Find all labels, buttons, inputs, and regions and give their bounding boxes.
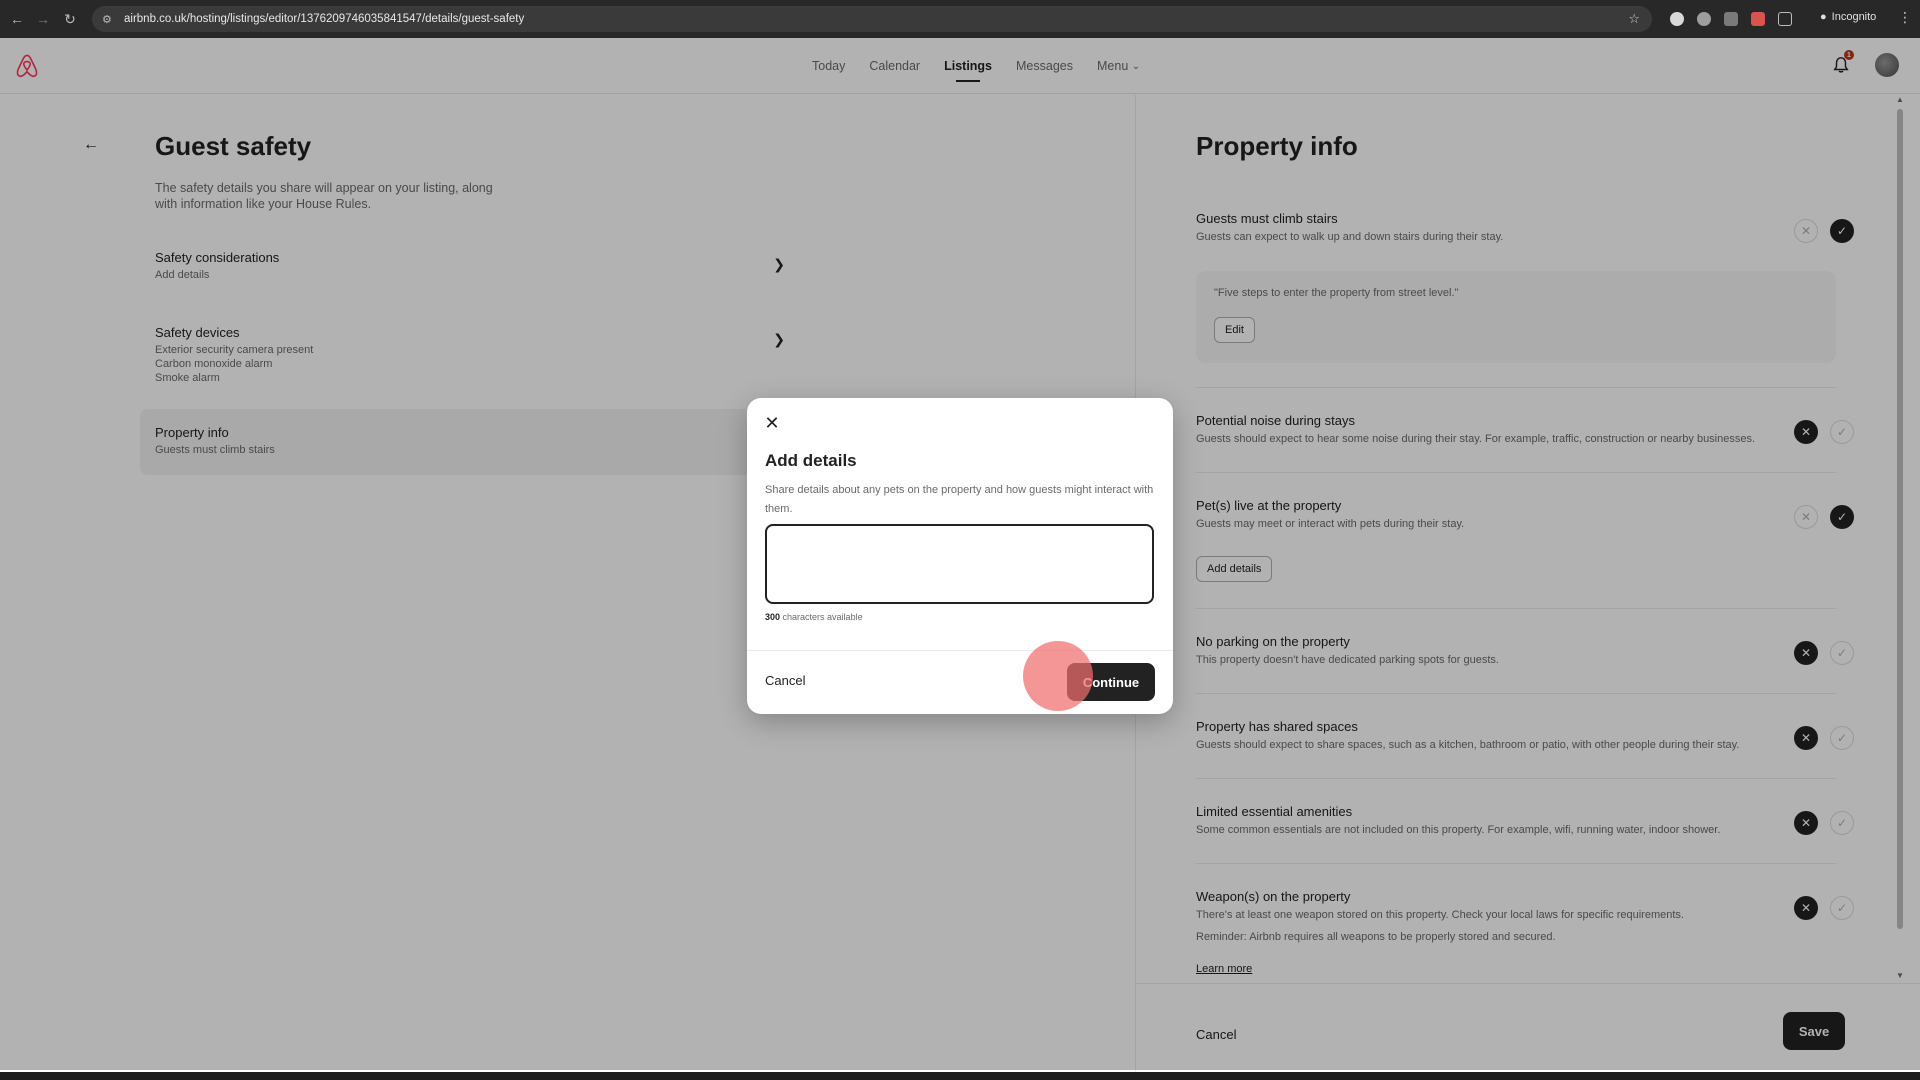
divider — [747, 650, 1173, 651]
dialog-description: Share details about any pets on the prop… — [765, 484, 1154, 515]
extension-icon[interactable] — [1751, 12, 1765, 26]
incognito-icon: ● — [1820, 11, 1827, 23]
extensions-icon[interactable] — [1778, 12, 1792, 26]
add-details-dialog: ✕ Add details Share details about any pe… — [747, 398, 1173, 714]
forward-icon[interactable]: → — [30, 0, 56, 38]
site-info-icon[interactable]: ⚙ — [102, 13, 118, 26]
url-text[interactable]: airbnb.co.uk/hosting/listings/editor/137… — [124, 13, 524, 25]
close-icon[interactable]: ✕ — [761, 412, 783, 434]
browser-toolbar: ← → ↻ ⚙ airbnb.co.uk/hosting/listings/ed… — [0, 0, 1920, 38]
incognito-label: Incognito — [1831, 11, 1877, 23]
character-counter: 300 characters available — [765, 612, 863, 622]
back-icon[interactable]: ← — [4, 0, 30, 38]
menu-icon[interactable]: ⋮ — [1898, 9, 1912, 26]
dialog-cancel-button[interactable]: Cancel — [765, 673, 805, 688]
details-textarea[interactable] — [765, 524, 1154, 604]
taskbar-strip — [0, 1072, 1920, 1080]
address-bar[interactable]: ⚙ airbnb.co.uk/hosting/listings/editor/1… — [92, 6, 1652, 32]
extension-icon[interactable] — [1697, 12, 1711, 26]
click-indicator — [1023, 641, 1093, 711]
incognito-indicator[interactable]: ● Incognito — [1820, 11, 1876, 23]
star-icon[interactable]: ☆ — [1628, 11, 1640, 27]
dialog-title: Add details — [765, 451, 857, 470]
character-counter-label: characters available — [780, 612, 863, 622]
extension-icon[interactable] — [1724, 12, 1738, 26]
character-count: 300 — [765, 612, 781, 622]
reload-icon[interactable]: ↻ — [57, 0, 83, 38]
extension-icon[interactable] — [1670, 12, 1684, 26]
